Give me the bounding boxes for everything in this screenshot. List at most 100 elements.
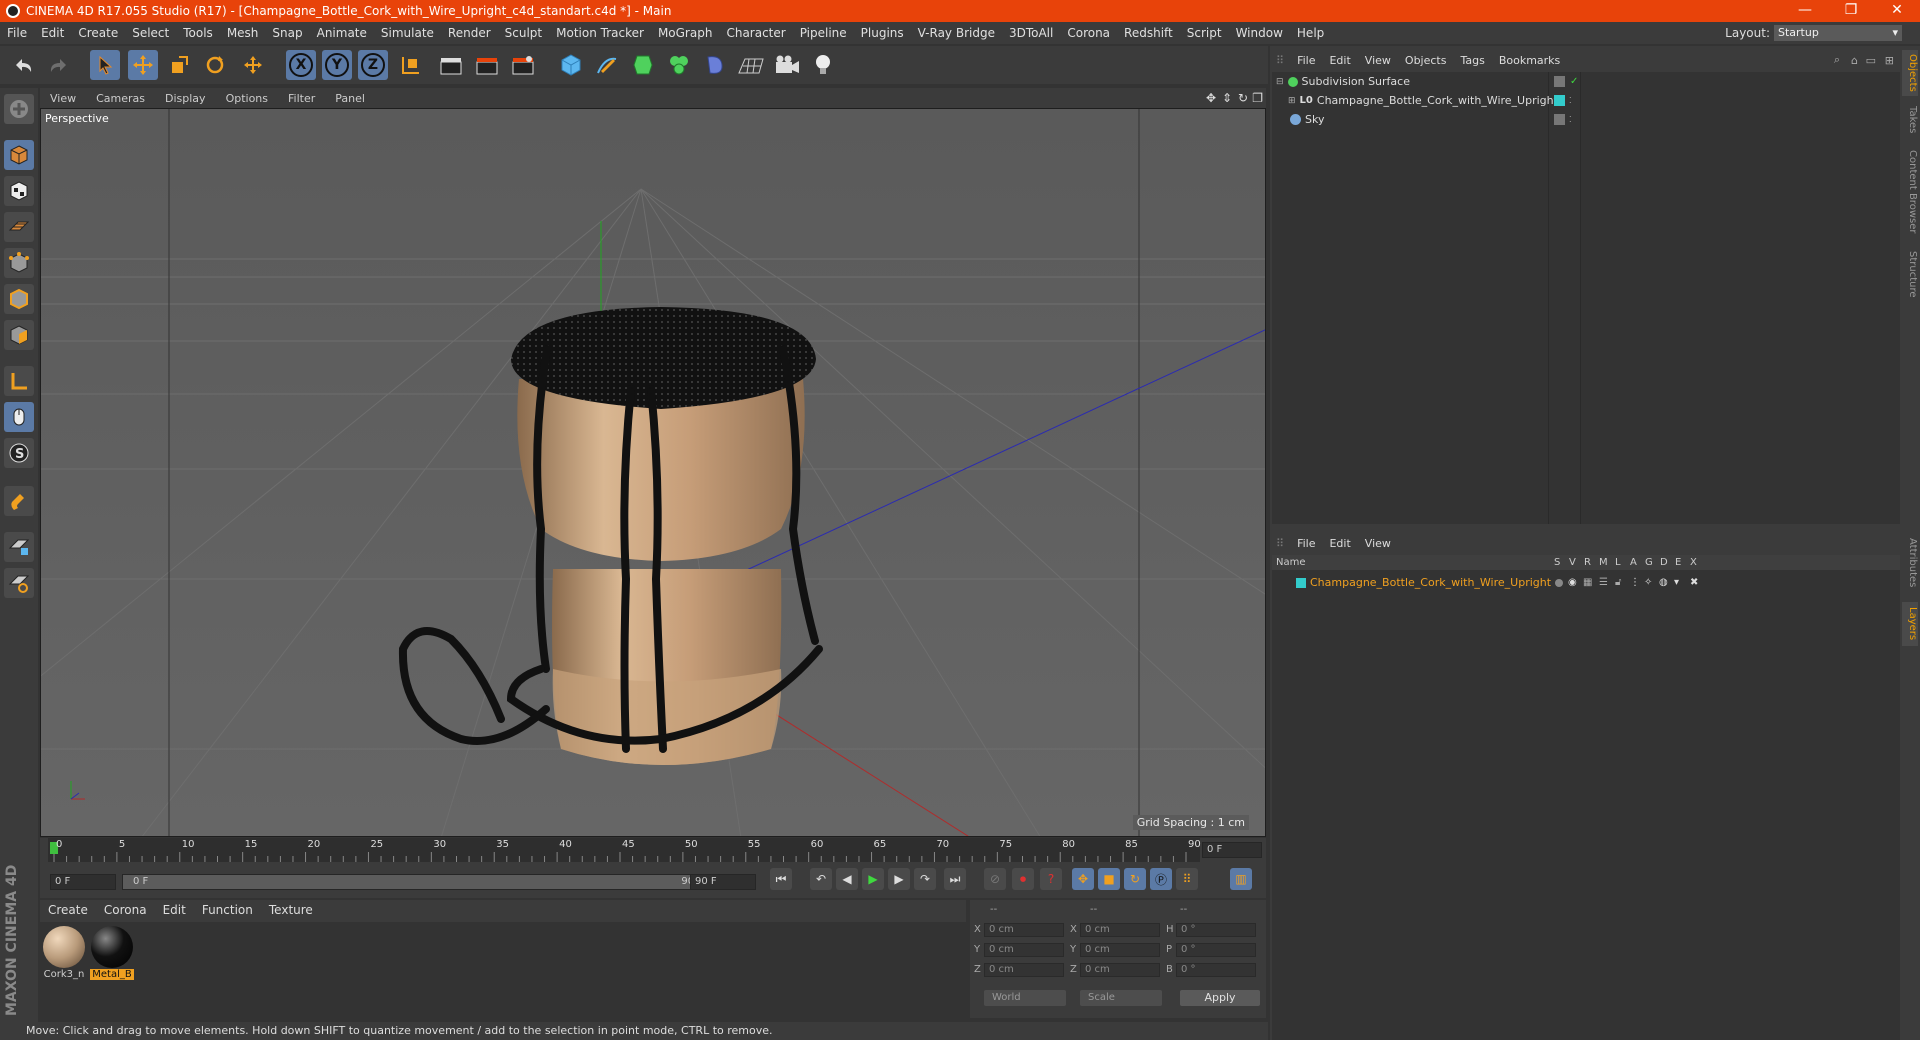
deformer-button[interactable] <box>700 50 730 80</box>
max-frame-field[interactable]: 90 F <box>690 874 756 890</box>
close-button[interactable]: ✕ <box>1874 0 1920 22</box>
scale-tool[interactable] <box>164 50 194 80</box>
expand-toggle-icon[interactable]: ⊞ <box>1288 96 1296 106</box>
layer-visible-icon[interactable]: ◉ <box>1568 577 1577 588</box>
viewport-menu-display[interactable]: Display <box>155 92 216 105</box>
autokeying-button[interactable]: ⏺ <box>1012 868 1034 890</box>
column-animation[interactable]: A <box>1630 557 1637 568</box>
tab-layers[interactable]: Layers <box>1902 602 1918 646</box>
tab-takes[interactable]: Takes <box>1902 102 1918 138</box>
viewport-camera-label[interactable]: Perspective <box>45 112 109 125</box>
z-axis-lock-button[interactable]: Z <box>358 50 388 80</box>
visibility-dots-icon[interactable]: ⁚ <box>1569 115 1572 124</box>
polygons-mode-button[interactable] <box>4 320 34 350</box>
material-swatch[interactable]: Cork3_n <box>42 926 86 980</box>
viewport-menu-panel[interactable]: Panel <box>325 92 375 105</box>
rotation-h-field[interactable]: 0 ° <box>1176 923 1256 937</box>
objects-menu-file[interactable]: File <box>1290 54 1322 67</box>
cube-object-button[interactable] <box>556 50 586 80</box>
viewport-maximize-icon[interactable]: ❐ <box>1252 91 1263 105</box>
objects-menu-tags[interactable]: Tags <box>1453 54 1491 67</box>
menu-animate[interactable]: Animate <box>310 26 374 40</box>
magnet-button[interactable] <box>4 486 34 516</box>
material-menu-create[interactable]: Create <box>40 903 96 917</box>
column-solo[interactable]: S <box>1554 557 1560 568</box>
layers-menu-edit[interactable]: Edit <box>1322 537 1357 550</box>
menu-script[interactable]: Script <box>1180 26 1229 40</box>
minimize-button[interactable]: — <box>1782 0 1828 22</box>
viewport-move-icon[interactable]: ✥ <box>1206 91 1216 105</box>
texture-mode-button[interactable] <box>4 176 34 206</box>
layer-manager-icon[interactable]: ☰ <box>1599 577 1608 588</box>
objects-menu-view[interactable]: View <box>1358 54 1398 67</box>
column-name[interactable]: Name <box>1276 557 1306 568</box>
render-settings-button[interactable] <box>508 50 538 80</box>
keyframe-selection-button[interactable]: ? <box>1040 868 1062 890</box>
tweak-mode-button[interactable] <box>4 402 34 432</box>
undo-button[interactable] <box>8 50 38 80</box>
search-icon[interactable]: ⌕ <box>1834 53 1840 67</box>
column-manager[interactable]: M <box>1599 557 1608 568</box>
apply-button[interactable]: Apply <box>1180 990 1260 1006</box>
material-menu-function[interactable]: Function <box>194 903 261 917</box>
layout-dropdown[interactable]: Startup ▾ <box>1774 25 1902 41</box>
render-picture-viewer-button[interactable] <box>472 50 502 80</box>
menu-simulate[interactable]: Simulate <box>374 26 441 40</box>
visibility-dots-icon[interactable]: ⁚ <box>1569 96 1572 105</box>
tab-objects[interactable]: Objects <box>1902 50 1918 96</box>
layer-expressions-icon[interactable]: ▾ <box>1674 577 1679 588</box>
key-pla-button[interactable]: ⠿ <box>1176 868 1198 890</box>
menu-mesh[interactable]: Mesh <box>220 26 266 40</box>
layers-menu-file[interactable]: File <box>1290 537 1322 550</box>
cloner-button[interactable] <box>664 50 694 80</box>
menu-snap[interactable]: Snap <box>265 26 309 40</box>
light-object-button[interactable] <box>808 50 838 80</box>
key-position-button[interactable]: ✥ <box>1072 868 1094 890</box>
menu-create[interactable]: Create <box>71 26 125 40</box>
model-mode-button[interactable] <box>4 140 34 170</box>
timeline-ruler[interactable]: 0 5 10 15 20 25 30 35 40 45 50 55 60 65 70 75 80 85 90 0 F <box>40 838 1266 862</box>
objects-menu-bookmarks[interactable]: Bookmarks <box>1492 54 1567 67</box>
layer-generators-icon[interactable]: ✧ <box>1644 577 1652 588</box>
object-row-champagne-cork[interactable]: ⊞ L0 Champagne_Bottle_Cork_with_Wire_Upr… <box>1272 91 1900 110</box>
material-menu-texture[interactable]: Texture <box>261 903 321 917</box>
current-frame-field[interactable]: 0 F <box>50 874 116 890</box>
column-render[interactable]: R <box>1584 557 1591 568</box>
prev-key-button[interactable]: ↶ <box>810 868 832 890</box>
record-keys-button[interactable]: ⊘ <box>984 868 1006 890</box>
rotate-tool[interactable] <box>200 50 230 80</box>
home-icon[interactable]: ⌂ <box>1851 54 1858 67</box>
key-parameter-button[interactable]: Ⓟ <box>1150 868 1172 890</box>
goto-start-button[interactable]: ⏮ <box>770 868 792 890</box>
material-menu-corona[interactable]: Corona <box>96 903 155 917</box>
column-locked[interactable]: L <box>1615 557 1621 568</box>
layer-render-icon[interactable]: ▦ <box>1583 577 1592 588</box>
menu-select[interactable]: Select <box>125 26 176 40</box>
layer-tag-icon[interactable] <box>1554 114 1565 125</box>
menu-redshift[interactable]: Redshift <box>1117 26 1180 40</box>
viewport-menu-cameras[interactable]: Cameras <box>86 92 155 105</box>
spline-pen-button[interactable] <box>592 50 622 80</box>
prev-frame-button[interactable]: ◀ <box>836 868 858 890</box>
menu-mograph[interactable]: MoGraph <box>651 26 720 40</box>
layer-xref-icon[interactable]: ✖ <box>1690 577 1698 588</box>
tab-structure[interactable]: Structure <box>1902 246 1918 302</box>
material-swatch[interactable]: Metal_B <box>90 926 134 980</box>
menu-tools[interactable]: Tools <box>176 26 220 40</box>
frame-range-slider[interactable]: 0 F 90 F <box>122 874 722 890</box>
menu-edit[interactable]: Edit <box>34 26 71 40</box>
new-view-icon[interactable]: ▭ <box>1866 54 1876 67</box>
layer-animation-icon[interactable]: ⋮ <box>1630 577 1640 588</box>
size-z-field[interactable]: 0 cm <box>1080 963 1160 977</box>
layer-tag-icon[interactable] <box>1554 76 1565 87</box>
play-button[interactable]: ▶ <box>862 868 884 890</box>
make-editable-button[interactable] <box>4 94 34 124</box>
restore-button[interactable]: ❐ <box>1828 0 1874 22</box>
rotation-b-field[interactable]: 0 ° <box>1176 963 1256 977</box>
subdivision-surface-button[interactable] <box>628 50 658 80</box>
next-key-button[interactable]: ↷ <box>914 868 936 890</box>
menu-sculpt[interactable]: Sculpt <box>498 26 549 40</box>
collapse-toggle-icon[interactable]: ⊟ <box>1276 77 1284 87</box>
recent-tool[interactable] <box>238 50 268 80</box>
menu-motion-tracker[interactable]: Motion Tracker <box>549 26 651 40</box>
